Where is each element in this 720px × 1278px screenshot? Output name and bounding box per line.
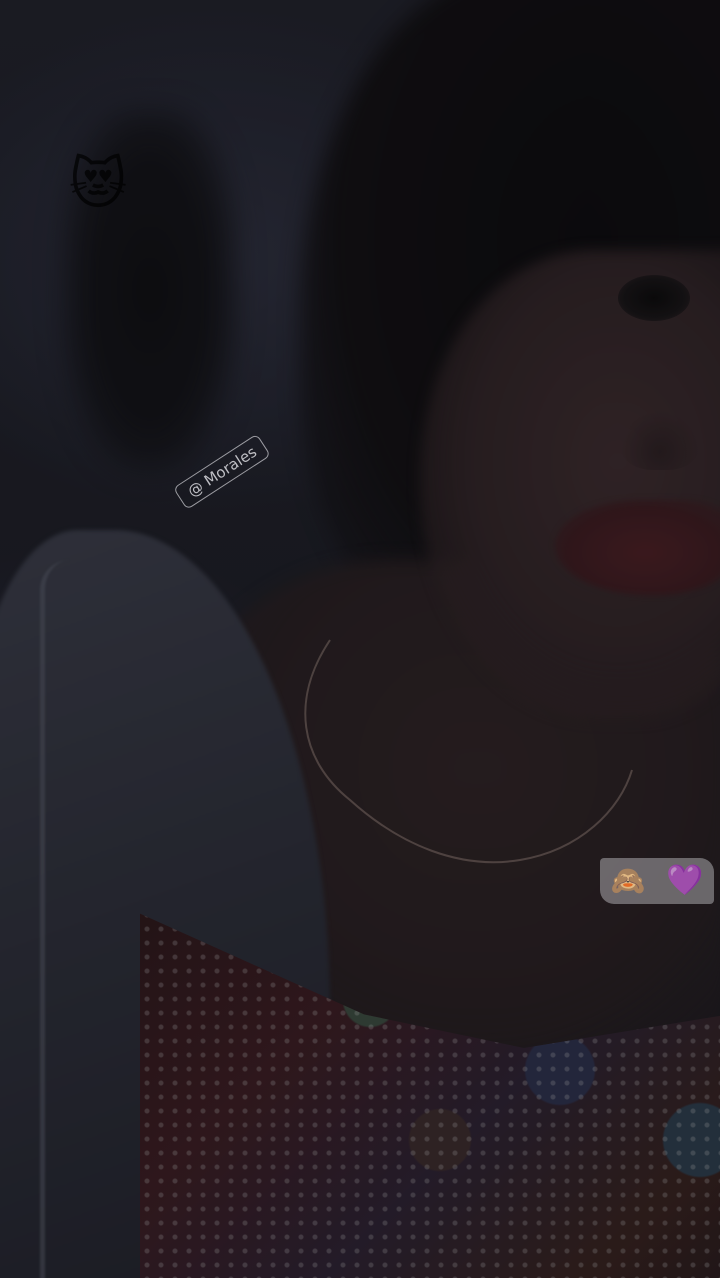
monkey-heart-sticker: 🙈 💜 (600, 858, 714, 904)
heart-eyes-cat-sticker: 😻 (68, 152, 128, 217)
purple-heart-icon: 💜 (666, 863, 704, 898)
see-no-evil-monkey-icon: 🙈 (610, 864, 646, 897)
photo-canvas: 😻 @ Morales 🙈 💜 (0, 0, 720, 1278)
